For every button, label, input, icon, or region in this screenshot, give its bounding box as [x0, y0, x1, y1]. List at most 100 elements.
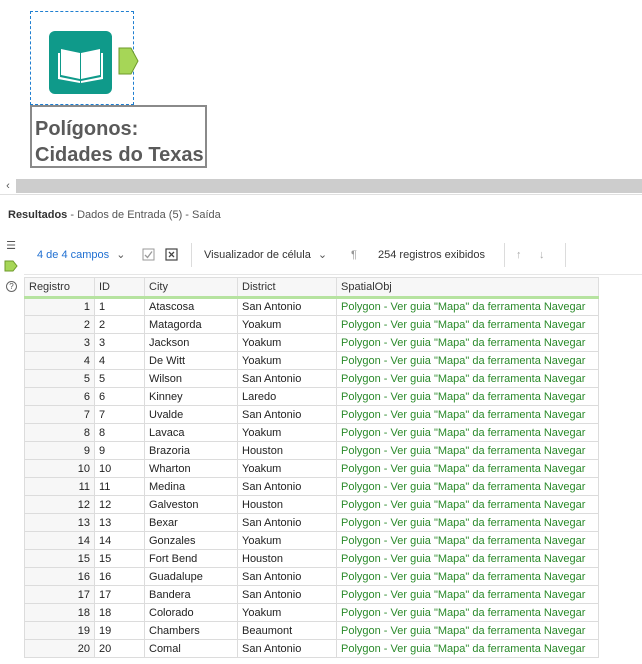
cell-city[interactable]: Wilson [144, 369, 238, 388]
cell-id[interactable]: 16 [94, 567, 145, 586]
cell-id[interactable]: 1 [94, 297, 145, 316]
table-row[interactable]: 20 20 Comal San Antonio Polygon - Ver guia "… [24, 639, 599, 658]
cell-registro[interactable]: 3 [24, 333, 95, 352]
cell-district[interactable]: Yoakum [237, 315, 337, 334]
cell-district[interactable]: San Antonio [237, 639, 337, 658]
output-anchor[interactable] [118, 47, 139, 75]
cell-registro[interactable]: 11 [24, 477, 95, 496]
cell-district[interactable]: Houston [237, 495, 337, 514]
cell-spatialobj[interactable]: Polygon - Ver guia "Mapa" da ferramenta … [336, 513, 599, 532]
table-row[interactable]: 2 2 Matagorda Yoakum Polygon - Ver guia "Map… [24, 315, 599, 334]
cell-id[interactable]: 10 [94, 459, 145, 478]
cell-registro[interactable]: 12 [24, 495, 95, 514]
cell-id[interactable]: 13 [94, 513, 145, 532]
cell-id[interactable]: 3 [94, 333, 145, 352]
cell-id[interactable]: 17 [94, 585, 145, 604]
scrollbar-thumb[interactable] [16, 179, 642, 193]
cell-id[interactable]: 2 [94, 315, 145, 334]
anchor-tab-icon[interactable] [4, 259, 18, 273]
cell-district[interactable]: San Antonio [237, 477, 337, 496]
cell-city[interactable]: Matagorda [144, 315, 238, 334]
cell-registro[interactable]: 16 [24, 567, 95, 586]
cell-id[interactable]: 19 [94, 621, 145, 640]
list-icon[interactable]: ☰ [4, 239, 18, 253]
cell-id[interactable]: 6 [94, 387, 145, 406]
pilcrow-icon[interactable]: ¶ [351, 248, 357, 262]
cell-id[interactable]: 18 [94, 603, 145, 622]
cell-city[interactable]: Lavaca [144, 423, 238, 442]
table-row[interactable]: 18 18 Colorado Yoakum Polygon - Ver guia "Ma… [24, 603, 599, 622]
deselect-icon[interactable] [165, 248, 178, 265]
help-icon[interactable]: ? [6, 281, 17, 292]
cell-registro[interactable]: 17 [24, 585, 95, 604]
cell-district[interactable]: Yoakum [237, 423, 337, 442]
check-icon[interactable] [142, 248, 155, 265]
cell-district[interactable]: San Antonio [237, 585, 337, 604]
cell-spatialobj[interactable]: Polygon - Ver guia "Mapa" da ferramenta … [336, 441, 599, 460]
cell-spatialobj[interactable]: Polygon - Ver guia "Mapa" da ferramenta … [336, 639, 599, 658]
table-row[interactable]: 10 10 Wharton Yoakum Polygon - Ver guia "Map… [24, 459, 599, 478]
cell-spatialobj[interactable]: Polygon - Ver guia "Mapa" da ferramenta … [336, 315, 599, 334]
horizontal-scrollbar[interactable]: ‹ [0, 178, 642, 194]
cell-city[interactable]: Galveston [144, 495, 238, 514]
arrow-up-icon[interactable]: ↑ [516, 248, 522, 262]
table-row[interactable]: 14 14 Gonzales Yoakum Polygon - Ver guia "Ma… [24, 531, 599, 550]
table-row[interactable]: 5 5 Wilson San Antonio Polygon - Ver guia "M… [24, 369, 599, 388]
cell-registro[interactable]: 4 [24, 351, 95, 370]
cell-spatialobj[interactable]: Polygon - Ver guia "Mapa" da ferramenta … [336, 369, 599, 388]
cell-city[interactable]: Chambers [144, 621, 238, 640]
cell-spatialobj[interactable]: Polygon - Ver guia "Mapa" da ferramenta … [336, 387, 599, 406]
fields-dropdown[interactable]: 4 de 4 campos ⌄ [37, 248, 125, 262]
cell-id[interactable]: 8 [94, 423, 145, 442]
table-row[interactable]: 19 19 Chambers Beaumont Polygon - Ver guia "… [24, 621, 599, 640]
cell-registro[interactable]: 7 [24, 405, 95, 424]
cell-district[interactable]: Beaumont [237, 621, 337, 640]
cell-city[interactable]: Uvalde [144, 405, 238, 424]
cell-id[interactable]: 5 [94, 369, 145, 388]
cell-spatialobj[interactable]: Polygon - Ver guia "Mapa" da ferramenta … [336, 603, 599, 622]
table-row[interactable]: 17 17 Bandera San Antonio Polygon - Ver guia… [24, 585, 599, 604]
cell-district[interactable]: Yoakum [237, 459, 337, 478]
table-row[interactable]: 3 3 Jackson Yoakum Polygon - Ver guia "Mapa"… [24, 333, 599, 352]
cell-id[interactable]: 9 [94, 441, 145, 460]
cell-registro[interactable]: 19 [24, 621, 95, 640]
cell-spatialobj[interactable]: Polygon - Ver guia "Mapa" da ferramenta … [336, 585, 599, 604]
cell-registro[interactable]: 18 [24, 603, 95, 622]
cell-city[interactable]: Medina [144, 477, 238, 496]
cell-city[interactable]: Bexar [144, 513, 238, 532]
cell-city[interactable]: Brazoria [144, 441, 238, 460]
cell-spatialobj[interactable]: Polygon - Ver guia "Mapa" da ferramenta … [336, 333, 599, 352]
arrow-down-icon[interactable]: ↓ [539, 248, 545, 262]
cell-city[interactable]: Colorado [144, 603, 238, 622]
cell-district[interactable]: San Antonio [237, 369, 337, 388]
cell-registro[interactable]: 2 [24, 315, 95, 334]
cell-city[interactable]: Jackson [144, 333, 238, 352]
table-row[interactable]: 8 8 Lavaca Yoakum Polygon - Ver guia "Mapa" … [24, 423, 599, 442]
table-row[interactable]: 11 11 Medina San Antonio Polygon - Ver guia … [24, 477, 599, 496]
cell-district[interactable]: San Antonio [237, 405, 337, 424]
cell-district[interactable]: Yoakum [237, 603, 337, 622]
cell-city[interactable]: Guadalupe [144, 567, 238, 586]
column-header-spatialobj[interactable]: SpatialObj [336, 277, 599, 299]
cell-district[interactable]: Houston [237, 441, 337, 460]
scroll-left-icon[interactable]: ‹ [0, 178, 16, 194]
table-row[interactable]: 9 9 Brazoria Houston Polygon - Ver guia "Map… [24, 441, 599, 460]
cell-spatialobj[interactable]: Polygon - Ver guia "Mapa" da ferramenta … [336, 531, 599, 550]
cell-district[interactable]: Houston [237, 549, 337, 568]
cell-spatialobj[interactable]: Polygon - Ver guia "Mapa" da ferramenta … [336, 459, 599, 478]
input-data-tool[interactable] [49, 31, 112, 94]
cell-spatialobj[interactable]: Polygon - Ver guia "Mapa" da ferramenta … [336, 405, 599, 424]
cell-id[interactable]: 12 [94, 495, 145, 514]
cell-id[interactable]: 11 [94, 477, 145, 496]
table-row[interactable]: 13 13 Bexar San Antonio Polygon - Ver guia "… [24, 513, 599, 532]
cell-district[interactable]: Yoakum [237, 531, 337, 550]
cell-spatialobj[interactable]: Polygon - Ver guia "Mapa" da ferramenta … [336, 477, 599, 496]
table-row[interactable]: 7 7 Uvalde San Antonio Polygon - Ver guia "M… [24, 405, 599, 424]
cell-id[interactable]: 14 [94, 531, 145, 550]
cell-city[interactable]: Fort Bend [144, 549, 238, 568]
cell-city[interactable]: Gonzales [144, 531, 238, 550]
cell-spatialobj[interactable]: Polygon - Ver guia "Mapa" da ferramenta … [336, 621, 599, 640]
cell-id[interactable]: 4 [94, 351, 145, 370]
cell-registro[interactable]: 8 [24, 423, 95, 442]
cell-city[interactable]: Bandera [144, 585, 238, 604]
